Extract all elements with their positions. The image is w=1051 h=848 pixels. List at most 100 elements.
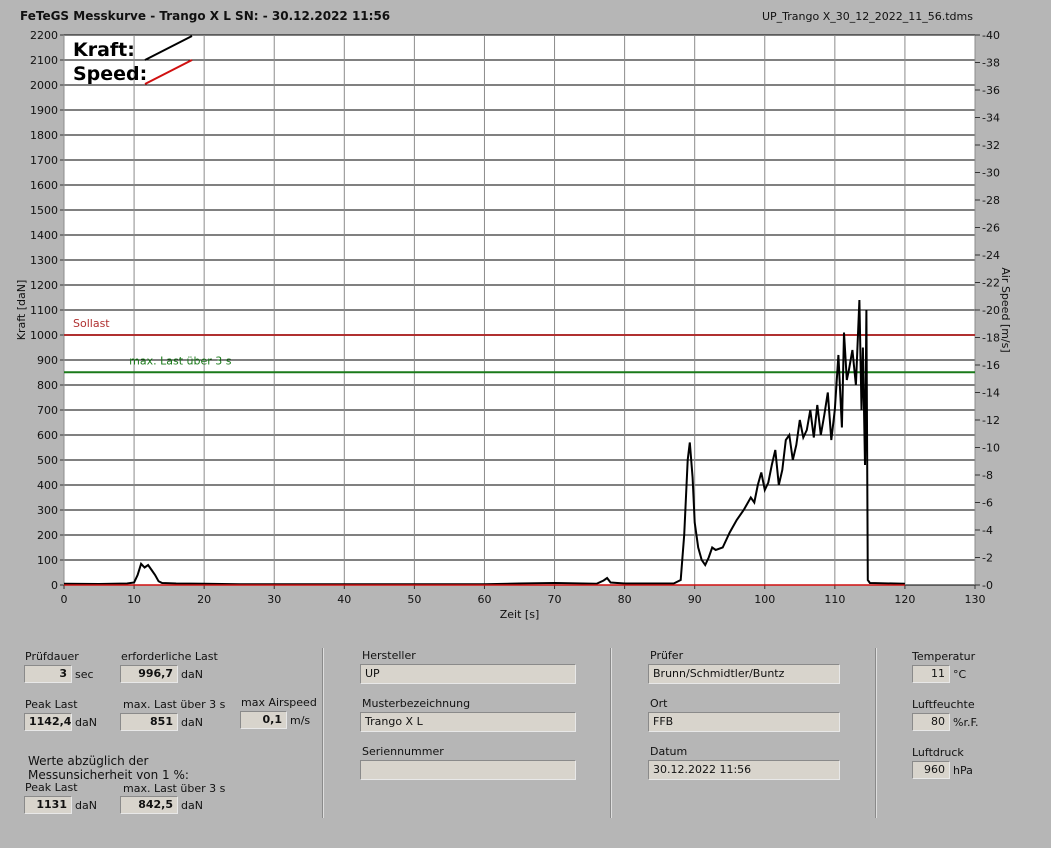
serien-field[interactable] [360, 760, 576, 780]
werte-text: Werte abzüglich der [28, 754, 149, 768]
y-tick-label: 1700 [30, 154, 58, 167]
x-tick-label: 20 [197, 593, 211, 606]
y2-tick-label: -36 [982, 84, 1000, 97]
y-tick-label: 200 [37, 529, 58, 542]
muster-label: Musterbezeichnung [362, 697, 471, 710]
y-tick-label: 1200 [30, 279, 58, 292]
feuchte-unit: %r.F. [953, 716, 979, 729]
y-axis-label: Kraft [daN] [15, 280, 28, 341]
airspeed-unit: m/s [290, 714, 311, 727]
maxlast-unit: daN [181, 716, 203, 729]
x-tick-label: 110 [824, 593, 845, 606]
y-tick-label: 0 [51, 579, 58, 592]
pruefer-label: Prüfer [650, 649, 684, 662]
y2-tick-label: -10 [982, 442, 1000, 455]
peak2-label: Peak Last [25, 781, 78, 794]
hersteller-field[interactable]: UP [360, 664, 576, 684]
y-tick-label: 300 [37, 504, 58, 517]
y2-tick-label: -32 [982, 139, 1000, 152]
y-tick-label: 400 [37, 479, 58, 492]
y-tick-label: 1600 [30, 179, 58, 192]
y2-tick-label: -16 [982, 359, 1000, 372]
y2-tick-label: -26 [982, 222, 1000, 235]
peak-value: 1142,4 [24, 713, 72, 731]
y-tick-label: 2100 [30, 54, 58, 67]
legend-label: Kraft: [73, 39, 135, 61]
chart-svg: 0100200300400500600700800900100011001200… [15, 29, 1012, 621]
x-tick-label: 10 [127, 593, 141, 606]
messunsicherheit-text: Messunsicherheit von 1 %: [28, 768, 189, 782]
y2-axis-label: Air Speed [m/s] [999, 267, 1012, 352]
y2-tick-label: -20 [982, 304, 1000, 317]
feuchte-label: Luftfeuchte [912, 698, 975, 711]
erf-last-unit: daN [181, 668, 203, 681]
separator [610, 648, 612, 818]
muster-field[interactable]: Trango X L [360, 712, 576, 732]
peak2-unit: daN [75, 799, 97, 812]
peak-label: Peak Last [25, 698, 78, 711]
x-tick-label: 0 [61, 593, 68, 606]
pruefdauer-value: 3 [24, 665, 72, 683]
y-tick-label: 1500 [30, 204, 58, 217]
x-tick-label: 80 [618, 593, 632, 606]
x-tick-label: 40 [337, 593, 351, 606]
maxlast2-label: max. Last über 3 s [123, 782, 226, 795]
pruefdauer-unit: sec [75, 668, 94, 681]
y2-tick-label: -30 [982, 167, 1000, 180]
temp-label: Temperatur [912, 650, 976, 663]
x-tick-label: 60 [477, 593, 491, 606]
erf-last-label: erforderliche Last [121, 650, 218, 663]
y2-tick-label: -18 [982, 332, 1000, 345]
y2-tick-label: -40 [982, 29, 1000, 42]
x-tick-label: 130 [965, 593, 986, 606]
y-tick-label: 1100 [30, 304, 58, 317]
y-tick-label: 800 [37, 379, 58, 392]
y2-tick-label: -2 [982, 552, 993, 565]
y-tick-label: 900 [37, 354, 58, 367]
y-tick-label: 1900 [30, 104, 58, 117]
x-tick-label: 100 [754, 593, 775, 606]
y2-tick-label: -6 [982, 497, 993, 510]
datum-label: Datum [650, 745, 688, 758]
y-tick-label: 100 [37, 554, 58, 567]
y2-tick-label: -0 [982, 579, 993, 592]
erf-last-value: 996,7 [120, 665, 178, 683]
x-tick-label: 30 [267, 593, 281, 606]
x-axis-label: Zeit [s] [500, 608, 539, 621]
y2-tick-label: -14 [982, 387, 1000, 400]
y2-tick-label: -24 [982, 249, 1000, 262]
y2-tick-label: -12 [982, 414, 1000, 427]
y-tick-label: 600 [37, 429, 58, 442]
y-tick-label: 2200 [30, 29, 58, 42]
y2-tick-label: -28 [982, 194, 1000, 207]
ort-field[interactable]: FFB [648, 712, 840, 732]
y-tick-label: 1400 [30, 229, 58, 242]
pruefdauer-label: Prüfdauer [25, 650, 79, 663]
y-tick-label: 700 [37, 404, 58, 417]
reference-line-label: Sollast [73, 317, 110, 330]
x-tick-label: 70 [548, 593, 562, 606]
datum-field[interactable]: 30.12.2022 11:56 [648, 760, 840, 780]
x-tick-label: 120 [894, 593, 915, 606]
y-tick-label: 500 [37, 454, 58, 467]
peak2-value: 1131 [24, 796, 72, 814]
maxlast-label: max. Last über 3 s [123, 698, 226, 711]
y-tick-label: 1000 [30, 329, 58, 342]
peak-unit: daN [75, 716, 97, 729]
separator [322, 648, 324, 818]
serien-label: Seriennummer [362, 745, 444, 758]
temp-unit: °C [953, 668, 967, 681]
pruefer-field[interactable]: Brunn/Schmidtler/Buntz [648, 664, 840, 684]
y2-tick-label: -8 [982, 469, 993, 482]
legend-label: Speed: [73, 63, 147, 85]
reference-line-label: max. Last über 3 s [129, 354, 232, 367]
y-tick-label: 1300 [30, 254, 58, 267]
druck-label: Luftdruck [912, 746, 964, 759]
hersteller-label: Hersteller [362, 649, 416, 662]
x-tick-label: 50 [407, 593, 421, 606]
y2-tick-label: -22 [982, 277, 1000, 290]
y2-tick-label: -38 [982, 57, 1000, 70]
temp-value: 11 [912, 665, 950, 683]
y-tick-label: 2000 [30, 79, 58, 92]
x-tick-label: 90 [688, 593, 702, 606]
